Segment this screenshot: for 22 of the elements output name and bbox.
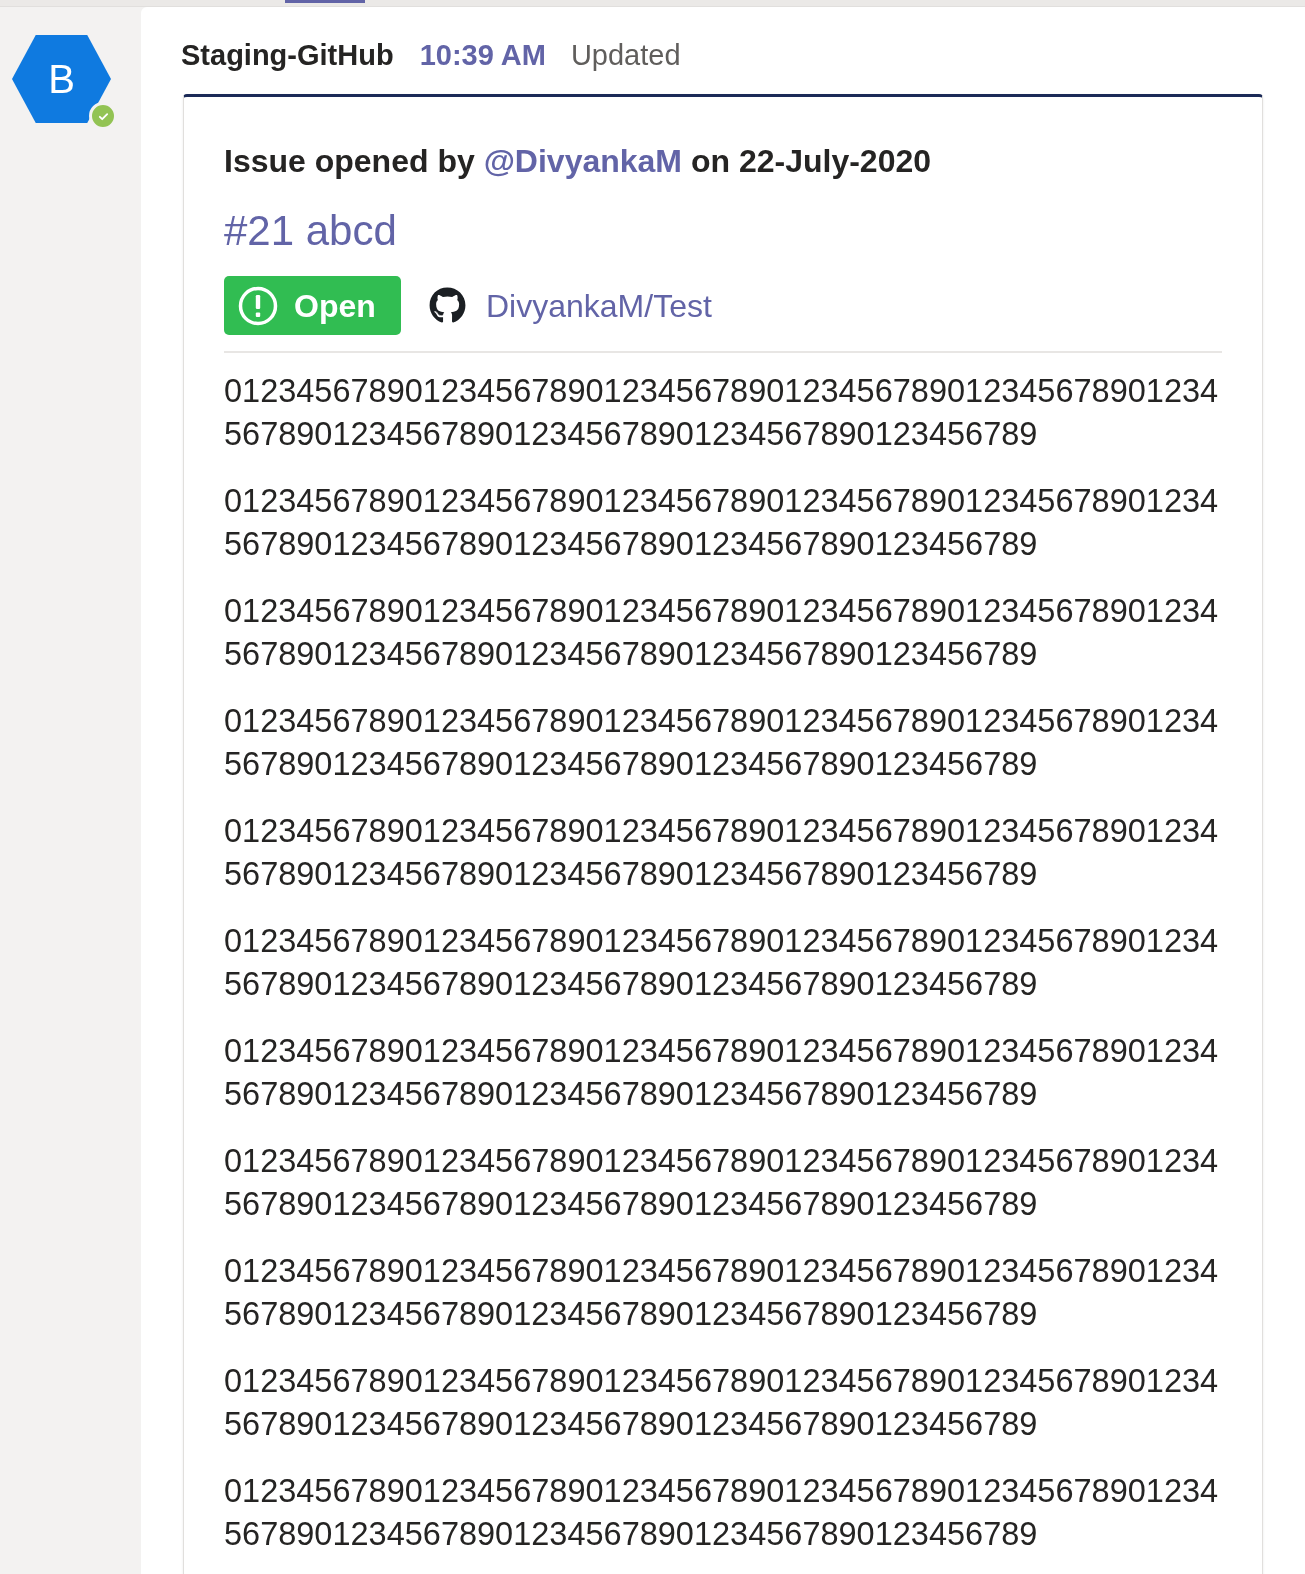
message-time: 10:39 AM [419,38,546,73]
body-paragraph: 0123456789012345678901234567890123456789012345678901234567890123456789012345678901234567890123456789 [224,1142,1220,1224]
body-paragraph: 0123456789012345678901234567890123456789012345678901234567890123456789012345678901234567890123456789 [224,1472,1220,1554]
github-logo-icon [429,287,466,324]
body-paragraph: 0123456789012345678901234567890123456789012345678901234567890123456789012345678901234567890123456789 [224,1032,1220,1114]
sender-name: Staging-GitHub [181,38,394,73]
body-paragraph: 0123456789012345678901234567890123456789012345678901234567890123456789012345678901234567890123456789 [224,372,1220,454]
issue-title-link[interactable]: #21 abcd [224,207,397,254]
body-paragraph: 0123456789012345678901234567890123456789012345678901234567890123456789012345678901234567890123456789 [224,1252,1220,1334]
body-paragraph: 0123456789012345678901234567890123456789012345678901234567890123456789012345678901234567890123456789 [224,1362,1220,1444]
body-paragraph: 0123456789012345678901234567890123456789012345678901234567890123456789012345678901234567890123456789 [224,812,1220,894]
bot-avatar: B [12,35,111,123]
body-paragraph: 0123456789012345678901234567890123456789012345678901234567890123456789012345678901234567890123456789 [224,922,1220,1004]
edited-note: Updated [570,38,681,73]
status-label: Open [294,286,376,326]
author-link[interactable]: @DivyankaM [483,143,682,179]
body-paragraph: 0123456789012345678901234567890123456789012345678901234567890123456789012345678901234567890123456789 [224,592,1220,674]
body-paragraph: 0123456789012345678901234567890123456789012345678901234567890123456789012345678901234567890123456789 [224,482,1220,564]
repository-link[interactable]: DivyankaM/Test [486,285,712,326]
alert-circle-icon [238,285,278,326]
issue-heading: Issue opened by @DivyankaM on 22-July-2020 [224,142,932,181]
body-paragraph: 0123456789012345678901234567890123456789012345678901234567890123456789012345678901234567890123456789 [224,702,1220,784]
